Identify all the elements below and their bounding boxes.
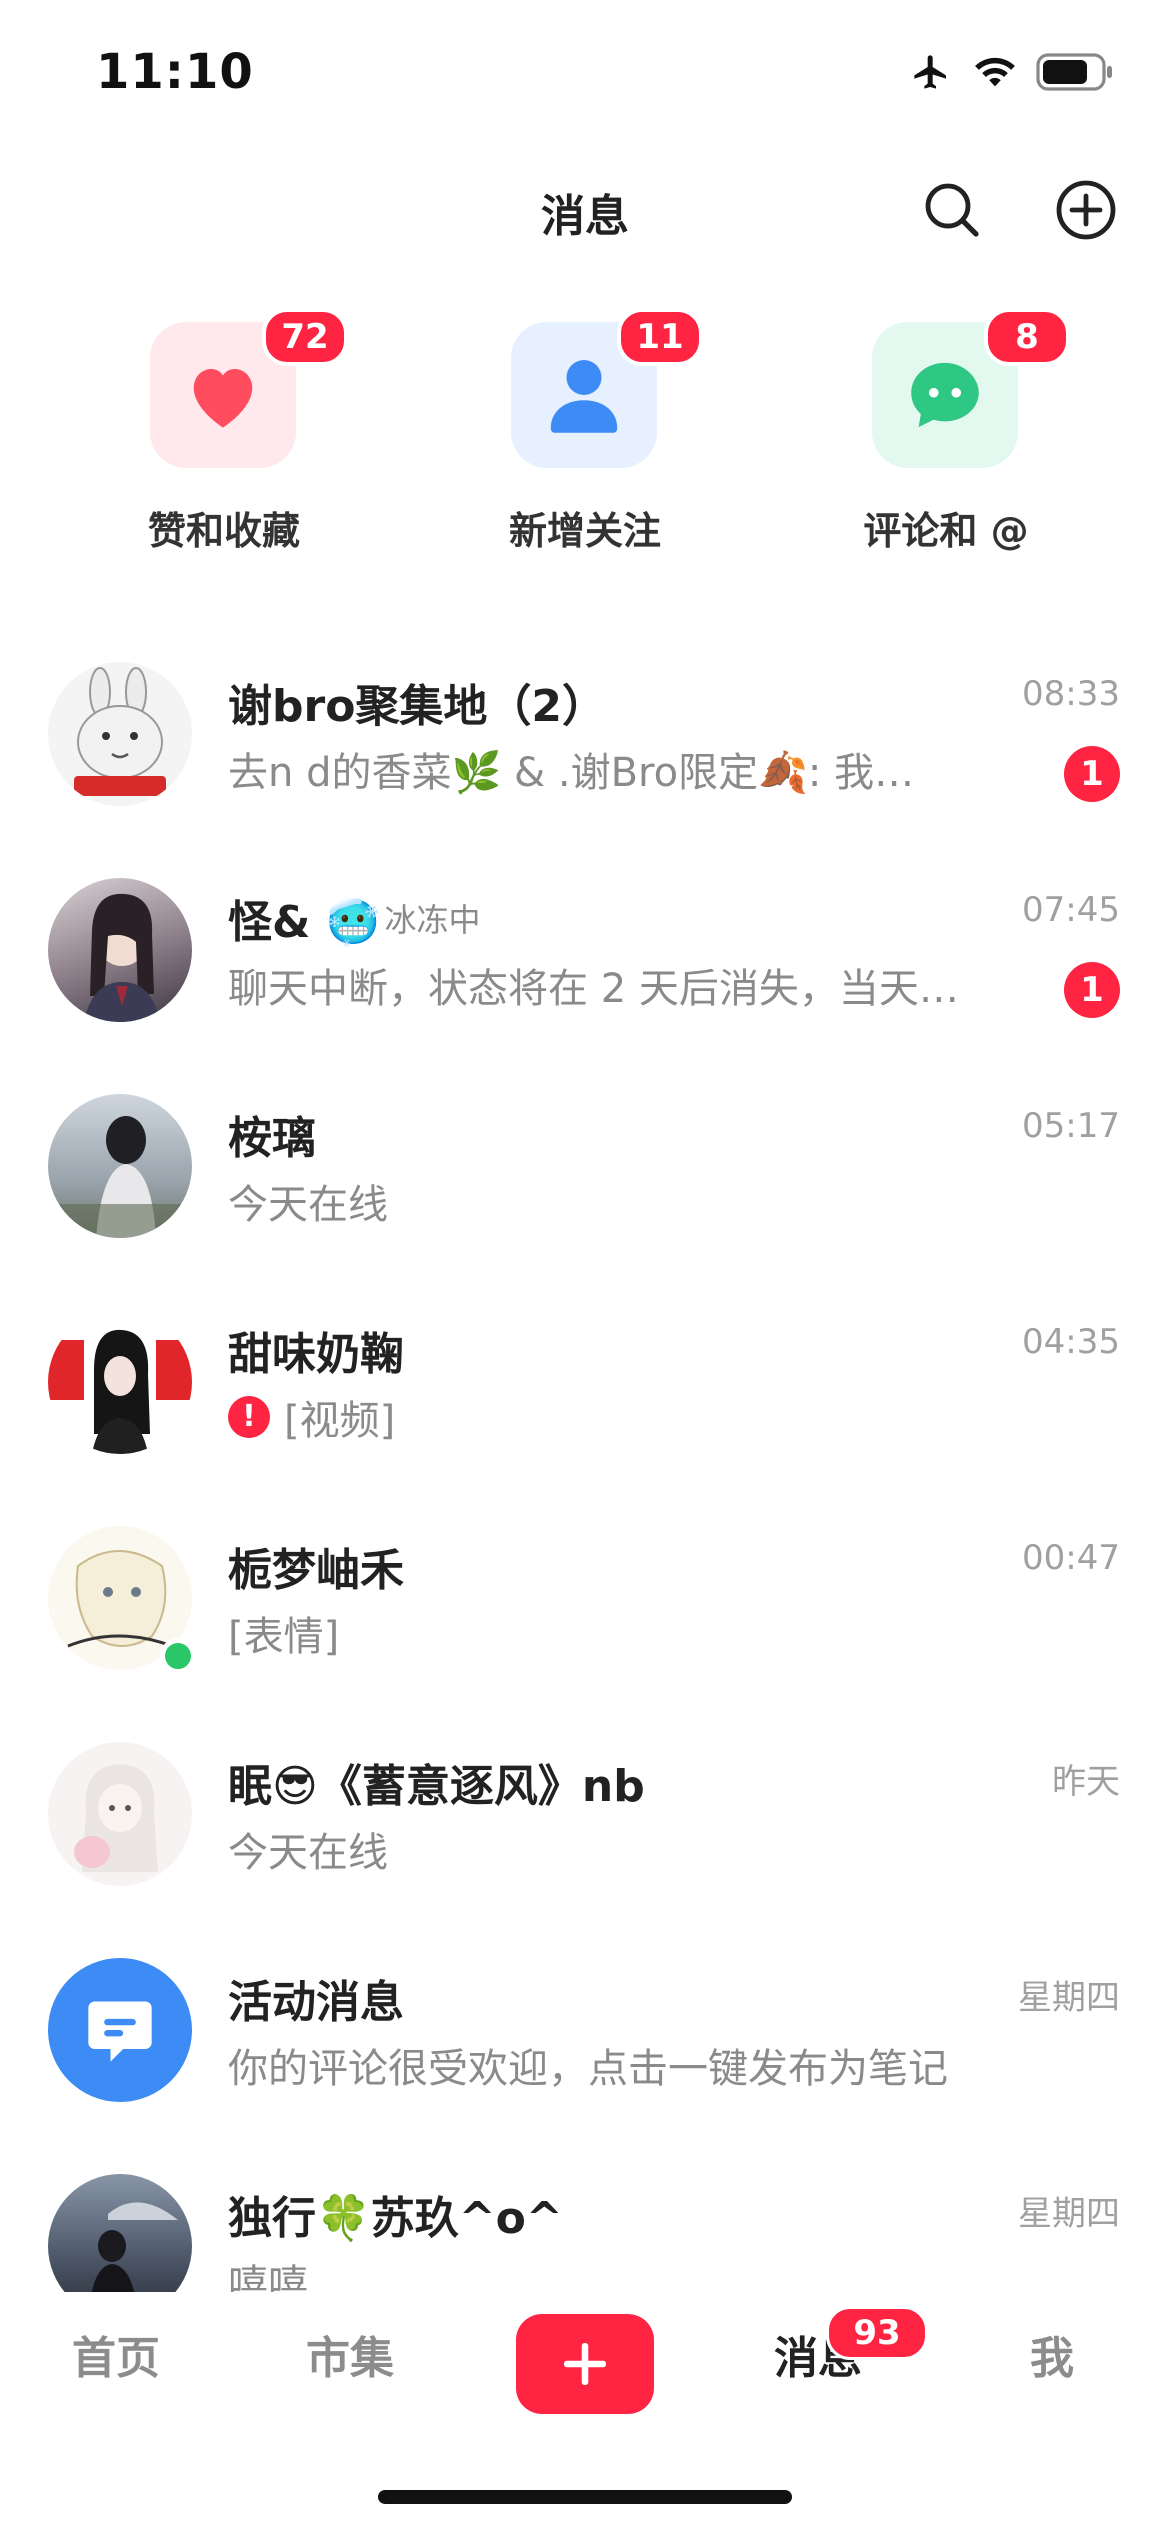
unread-badge: 1 (1064, 962, 1120, 1018)
chat-name: 栀梦岫禾 (228, 1545, 404, 1596)
page-title: 消息 (541, 191, 629, 242)
person-icon (550, 360, 618, 433)
chat-item-group[interactable]: 谢bro聚集地（2） 去n d的香菜🌿 & .谢Bro限定🍂: 我… 08:33… (0, 640, 1170, 856)
chat-time: 星期四 (1018, 2194, 1120, 2234)
chat-time: 04:35 (1022, 1322, 1120, 1362)
comments-label: 评论和 @ (863, 509, 1029, 553)
chat-preview: [表情] (228, 1614, 340, 1660)
plus-circle-icon (1056, 180, 1116, 240)
quick-actions: 72 赞和收藏 11 新增关注 8 评论和 @ (0, 308, 1170, 568)
comments-and-mentions-entry[interactable]: 8 评论和 @ (796, 308, 1096, 568)
chat-bubble-icon (911, 362, 979, 428)
likes-badge: 72 (262, 308, 348, 366)
avatar (48, 1094, 192, 1238)
followers-badge: 11 (617, 308, 703, 366)
unread-badge: 1 (1064, 746, 1120, 802)
tab-market[interactable]: 市集 (250, 2322, 450, 2386)
activity-avatar (48, 1958, 192, 2102)
chat-preview: ! [视频] (228, 1388, 1018, 1446)
battery-icon (1036, 53, 1116, 91)
chat-item[interactable]: 栀梦岫禾 [表情] 00:47 (0, 1504, 1170, 1720)
chat-preview: 嘻嘻 (228, 2262, 308, 2292)
header: 消息 (0, 160, 1170, 260)
chat-item-activity[interactable]: 活动消息 你的评论很受欢迎，点击一键发布为笔记 星期四 (0, 1936, 1170, 2152)
new-followers-entry[interactable]: 11 新增关注 (435, 308, 735, 568)
portrait-avatar-icon (48, 1116, 192, 1238)
likes-and-favorites-entry[interactable]: 72 赞和收藏 (74, 308, 374, 568)
avatar (48, 2174, 192, 2292)
chat-name-text: 怪& 🥶 (228, 897, 381, 948)
chat-name: 独行🍀苏玖^o^ (228, 2193, 563, 2244)
online-status-dot (160, 1638, 196, 1674)
status-time: 11:10 (96, 44, 254, 100)
chat-time: 08:33 (1022, 674, 1120, 714)
chat-name: 桉璃 (228, 1113, 316, 1164)
illustration-avatar-icon (74, 1764, 158, 1872)
search-icon (925, 183, 979, 237)
portrait-avatar-icon (91, 2202, 178, 2292)
avatar (48, 1310, 192, 1454)
chat-time: 昨天 (1052, 1762, 1120, 1802)
chat-item[interactable]: 眠😎《蓄意逐风》nb 今天在线 昨天 (0, 1720, 1170, 1936)
chat-preview-text: [视频] (284, 1398, 396, 1444)
chat-preview: 去n d的香菜🌿 & .谢Bro限定🍂: 我… (228, 750, 915, 796)
search-button[interactable] (912, 170, 992, 250)
chat-name: 甜味奶鞠 (228, 1329, 404, 1380)
message-icon (88, 2001, 152, 2062)
add-button[interactable] (1046, 170, 1126, 250)
chat-name: 眠😎《蓄意逐风》nb (228, 1761, 645, 1812)
status-bar: 11:10 (0, 0, 1170, 140)
wifi-icon (972, 54, 1018, 90)
status-icons (908, 52, 1116, 92)
avatar (48, 878, 192, 1022)
chat-time: 05:17 (1022, 1106, 1120, 1146)
chat-item[interactable]: 甜味奶鞠 ! [视频] 04:35 (0, 1288, 1170, 1504)
chat-name: 怪& 🥶 冰冻中 (228, 886, 481, 950)
portrait-avatar-icon (84, 893, 160, 1022)
chat-time: 星期四 (1018, 1978, 1120, 2018)
chat-preview: 今天在线 (228, 1182, 388, 1228)
frozen-tag: 冰冻中 (384, 901, 481, 939)
chat-time: 00:47 (1022, 1538, 1120, 1578)
chat-time: 07:45 (1022, 890, 1120, 930)
messages-tab-badge: 93 (826, 2306, 928, 2360)
avatar (48, 1742, 192, 1886)
chat-preview: 你的评论很受欢迎，点击一键发布为笔记 (228, 2046, 948, 2092)
portrait-avatar-icon (48, 1329, 192, 1454)
heart-icon (193, 369, 253, 428)
tab-home[interactable]: 首页 (16, 2322, 216, 2386)
chat-name: 活动消息 (228, 1977, 404, 2028)
plus-icon (564, 2343, 606, 2385)
followers-label: 新增关注 (508, 509, 661, 553)
likes-label: 赞和收藏 (147, 509, 300, 553)
comments-badge: 8 (984, 308, 1070, 366)
publish-button[interactable] (516, 2314, 654, 2414)
chat-list: 谢bro聚集地（2） 去n d的香菜🌿 & .谢Bro限定🍂: 我… 08:33… (0, 640, 1170, 2292)
airplane-icon (908, 52, 954, 92)
chat-item[interactable]: 桉璃 今天在线 05:17 (0, 1072, 1170, 1288)
tab-me[interactable]: 我 (952, 2322, 1152, 2386)
avatar (48, 662, 192, 806)
chat-item[interactable]: 独行🍀苏玖^o^ 嘻嘻 星期四 (0, 2152, 1170, 2292)
home-indicator (378, 2490, 792, 2504)
chat-preview: 聊天中断，状态将在 2 天后消失，当天… (228, 966, 959, 1012)
send-failed-icon: ! (228, 1396, 270, 1438)
chat-item[interactable]: 怪& 🥶 冰冻中 聊天中断，状态将在 2 天后消失，当天… 07:45 1 (0, 856, 1170, 1072)
rabbit-avatar-icon (74, 667, 166, 796)
chat-name: 谢bro聚集地（2） (228, 681, 607, 732)
chat-preview: 今天在线 (228, 1830, 388, 1876)
